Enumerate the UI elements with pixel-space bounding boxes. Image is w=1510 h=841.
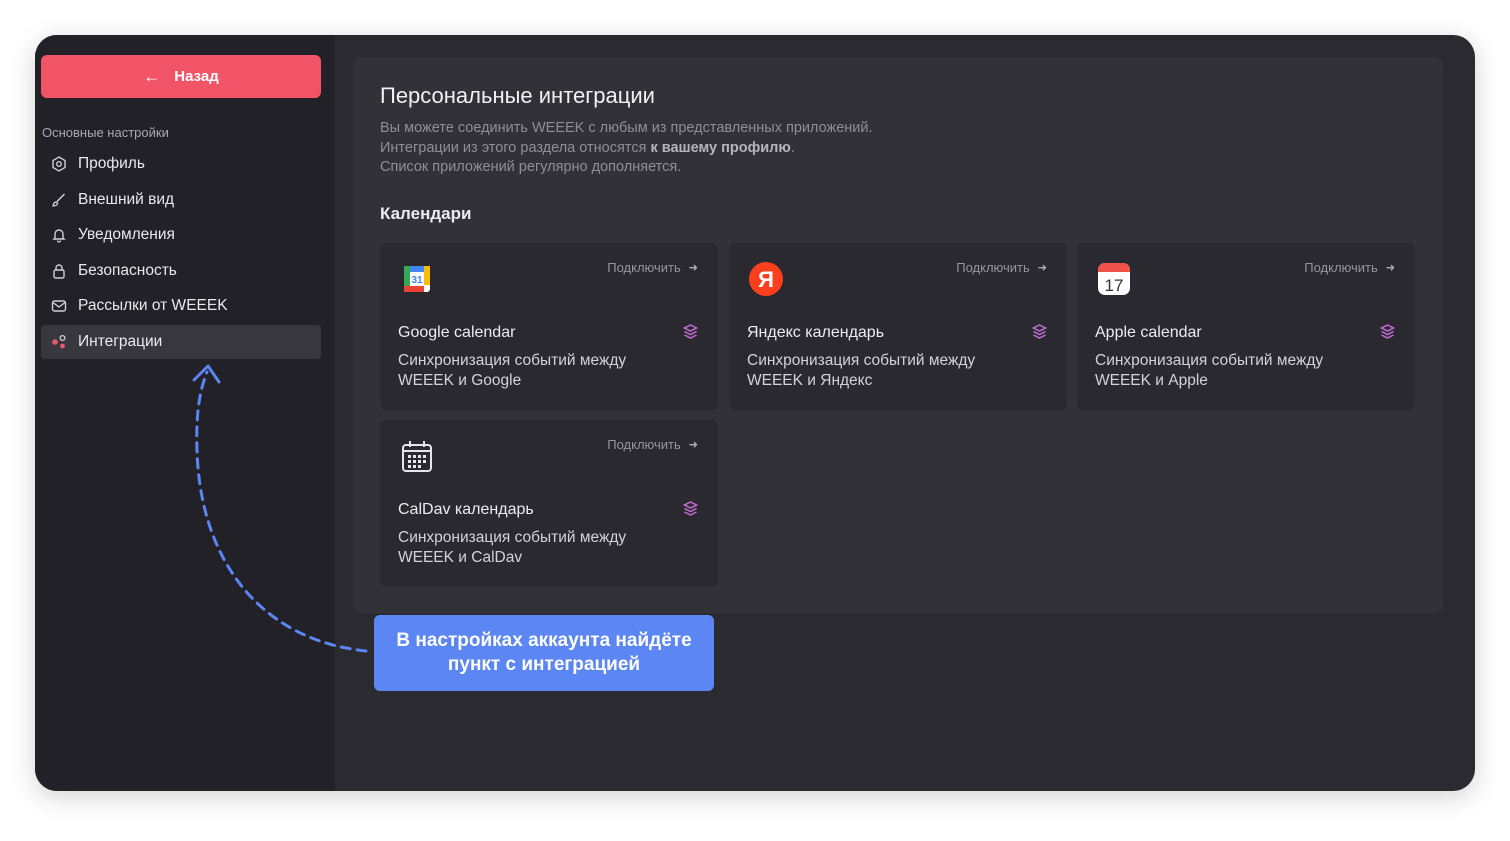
caldav-icon <box>400 439 434 473</box>
apple-calendar-icon: 17 <box>1097 262 1131 296</box>
integration-description: Синхронизация событий между WEEEK и Янде… <box>747 352 976 389</box>
stack-tag-icon <box>1379 324 1396 339</box>
integration-name: CalDav календарь <box>398 501 534 518</box>
description-line: Вы можете соединить WEEEK с любым из пре… <box>380 120 873 136</box>
arrow-right-icon: ➜ <box>688 439 698 451</box>
svg-text:31: 31 <box>411 275 423 286</box>
integration-description: Синхронизация событий между WEEEK и Appl… <box>1095 352 1324 389</box>
sidebar: ← Назад Основные настройки Профиль Внешн… <box>35 35 335 791</box>
bell-icon <box>50 226 68 244</box>
mail-icon <box>50 297 68 315</box>
callout-line: пункт с интеграцией <box>447 654 641 675</box>
integration-name: Яндекс календарь <box>747 324 885 341</box>
google-calendar-icon: 31 <box>400 262 434 296</box>
yandex-icon: Я <box>749 262 783 296</box>
back-button-label: Назад <box>174 68 219 85</box>
sidebar-item-label: Внешний вид <box>78 190 175 208</box>
stack-tag-icon <box>1031 324 1048 339</box>
callout-tooltip: В настройках аккаунта найдёте пункт с ин… <box>374 615 714 691</box>
stack-tag-icon <box>682 324 699 339</box>
connect-button[interactable]: Подключить ➜ <box>607 437 698 452</box>
connect-button[interactable]: Подключить ➜ <box>956 260 1047 275</box>
arrow-right-icon: ➜ <box>688 262 698 274</box>
integration-name: Google calendar <box>398 324 516 341</box>
callout-line: В настройках аккаунта найдёте <box>396 630 692 651</box>
integration-card-yandex: Я Подключить ➜ Яндекс календарь Синхрониз… <box>729 243 1067 410</box>
svg-text:17: 17 <box>1105 276 1124 295</box>
sidebar-item-profile[interactable]: Профиль <box>41 147 321 181</box>
description-line: Список приложений регулярно дополняется. <box>380 159 682 175</box>
integration-card-caldav: Подключить ➜ CalDav календарь Синхронизац… <box>380 420 718 587</box>
profile-gear-icon <box>50 155 68 173</box>
sidebar-item-notifications[interactable]: Уведомления <box>41 218 321 252</box>
sidebar-item-label: Безопасность <box>78 261 177 279</box>
sidebar-item-label: Интеграции <box>78 332 163 350</box>
svg-text:Я: Я <box>758 267 774 292</box>
connect-label: Подключить <box>607 437 681 452</box>
page-title: Персональные интеграции <box>380 83 655 108</box>
section-label: Основные настройки <box>42 125 169 140</box>
description-text: . <box>790 139 795 156</box>
sidebar-item-security[interactable]: Безопасность <box>41 254 321 288</box>
connect-label: Подключить <box>607 260 681 275</box>
integrations-icon <box>50 333 68 351</box>
stack-tag-icon <box>682 501 699 516</box>
app-window: ← Назад Основные настройки Профиль Внешн… <box>35 35 1475 791</box>
arrow-right-icon: ➜ <box>1385 262 1395 274</box>
connect-button[interactable]: Подключить ➜ <box>607 260 698 275</box>
integrations-panel: Персональные интеграции Вы можете соедин… <box>353 57 1443 613</box>
arrow-right-icon: ➜ <box>1037 262 1047 274</box>
connect-button[interactable]: Подключить ➜ <box>1304 260 1395 275</box>
sidebar-nav: Профиль Внешний вид Уведомления Безопасн… <box>41 147 321 360</box>
integration-card-google: 31 Подключить ➜ Google calendar Синхрониз… <box>380 243 718 410</box>
description-line: Интеграции из этого раздела относятся к … <box>380 139 873 159</box>
description-text: Интеграции из этого раздела относятся <box>380 139 647 156</box>
connect-label: Подключить <box>1304 260 1378 275</box>
description-bold: к вашему профилю <box>650 139 791 156</box>
integration-description: Синхронизация событий между WEEEK и Goog… <box>398 352 627 389</box>
calendars-heading: Календари <box>380 204 472 223</box>
sidebar-item-label: Уведомления <box>78 226 175 243</box>
connect-label: Подключить <box>956 260 1030 275</box>
sidebar-item-label: Рассылки от WEEEK <box>78 297 228 314</box>
sidebar-item-appearance[interactable]: Внешний вид <box>41 183 321 217</box>
sidebar-item-integrations[interactable]: Интеграции <box>41 324 321 359</box>
brush-icon <box>50 191 68 209</box>
arrow-left-icon: ← <box>143 66 161 86</box>
sidebar-item-newsletters[interactable]: Рассылки от WEEEK <box>41 289 321 323</box>
sidebar-item-label: Профиль <box>78 155 145 172</box>
back-button[interactable]: ← Назад <box>41 55 321 98</box>
integration-card-apple: 17 Подключить ➜ Apple calendar Синхрониза… <box>1077 243 1415 410</box>
integration-name: Apple calendar <box>1095 324 1202 341</box>
page-description: Вы можете соединить WEEEK с любым из пре… <box>380 119 873 178</box>
lock-icon <box>50 262 68 280</box>
integration-description: Синхронизация событий между WEEEK и CalD… <box>398 529 627 566</box>
